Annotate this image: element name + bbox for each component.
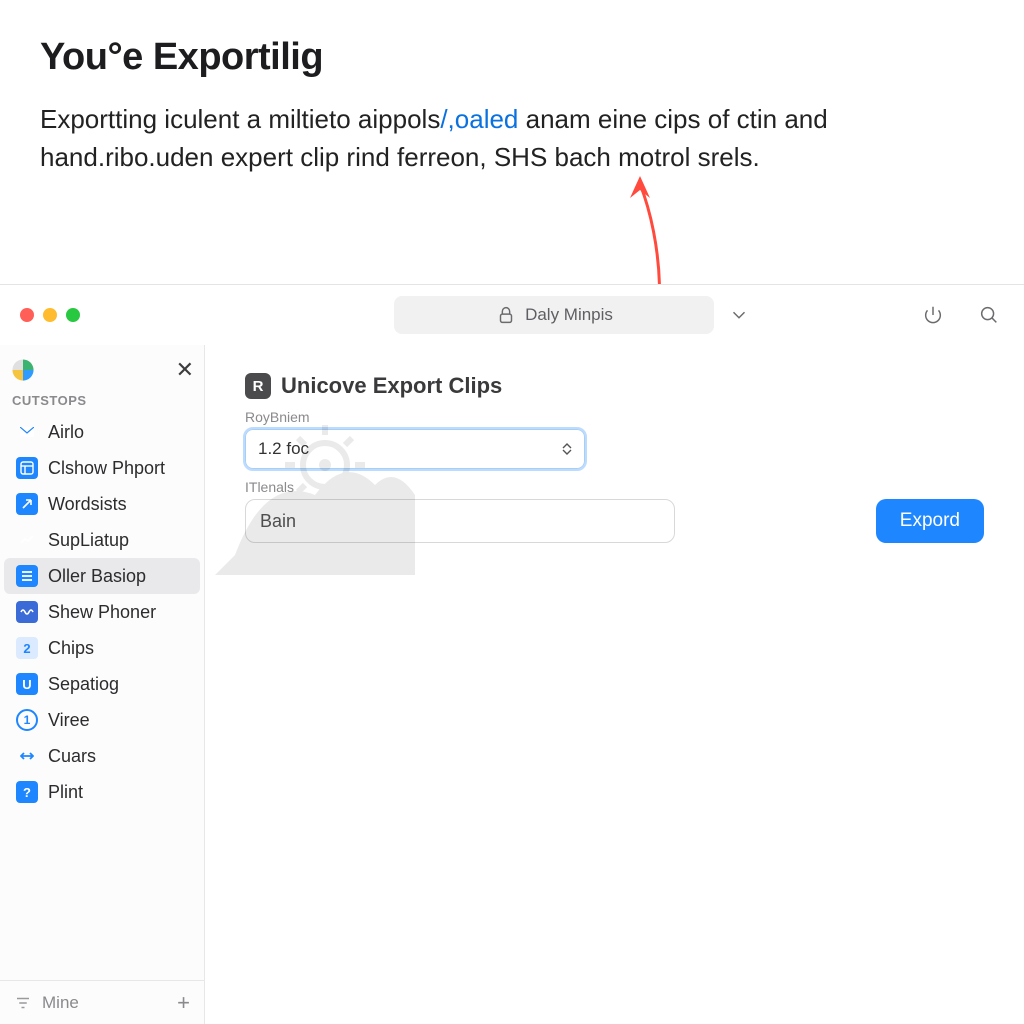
lines-icon — [16, 565, 38, 587]
sidebar-item[interactable]: ? Plint — [4, 774, 200, 810]
sidebar-item-label: Wordsists — [48, 494, 127, 515]
search-icon[interactable] — [978, 304, 1000, 326]
sidebar-item[interactable]: Shew Phoner — [4, 594, 200, 630]
window-close-icon[interactable] — [20, 308, 34, 322]
panel-badge: R — [245, 373, 271, 399]
desc-text-before: Exportting iculent a miltieto aippols — [40, 104, 440, 134]
field2-label: ITlenals — [245, 479, 984, 495]
sidebar-item-label: Plint — [48, 782, 83, 803]
sidebar-item[interactable]: SupLiatup — [4, 522, 200, 558]
u-icon: U — [16, 673, 38, 695]
sidebar-item[interactable]: Clshow Phport — [4, 450, 200, 486]
sidebar-footer-label[interactable]: Mine — [42, 993, 79, 1013]
chevron-down-icon[interactable] — [728, 304, 750, 326]
grid-icon — [16, 457, 38, 479]
name-input[interactable] — [245, 499, 675, 543]
page-title: You°e Exportilig — [40, 36, 984, 79]
circle1-icon: 1 — [16, 709, 38, 731]
main-panel: R Unicove Export Clips RoyBniem 1.2 foc … — [205, 345, 1024, 1024]
window-maximize-icon[interactable] — [66, 308, 80, 322]
sidebar-item-label: Shew Phoner — [48, 602, 156, 623]
sidebar-item-label: Clshow Phport — [48, 458, 165, 479]
sidebar-item[interactable]: Cuars — [4, 738, 200, 774]
sidebar-footer: Mine + — [0, 980, 204, 1024]
stepper-icon[interactable] — [562, 442, 572, 456]
panel-title: Unicove Export Clips — [281, 373, 502, 399]
desc-link[interactable]: /,oaled — [440, 104, 518, 134]
envelope-icon — [16, 421, 38, 443]
power-icon[interactable] — [922, 304, 944, 326]
export-button[interactable]: Expord — [876, 499, 984, 543]
address-text: Daly Minpis — [525, 305, 613, 325]
question-icon: ? — [16, 781, 38, 803]
sidebar-item[interactable]: 2 Chips — [4, 630, 200, 666]
sidebar: ✕ CUTSTOPS Airlo Clshow Phport Wordsists Su… — [0, 345, 205, 1024]
app-logo-icon — [10, 357, 36, 383]
page-description: Exportting iculent a miltieto aippols/,o… — [40, 101, 940, 176]
chart-icon — [16, 529, 38, 551]
lock-icon — [495, 304, 517, 326]
window-minimize-icon[interactable] — [43, 308, 57, 322]
filter-icon — [14, 994, 32, 1012]
field1-label: RoyBniem — [245, 409, 984, 425]
wave-icon — [16, 601, 38, 623]
traffic-lights — [14, 308, 80, 322]
sidebar-item[interactable]: Airlo — [4, 414, 200, 450]
version-select-value: 1.2 foc — [258, 439, 309, 459]
sidebar-item[interactable]: Wordsists — [4, 486, 200, 522]
app-window: Daly Minpis ✕ CUTSTOPS Airlo Clshow Phpor… — [0, 284, 1024, 1024]
sidebar-item-label: Chips — [48, 638, 94, 659]
close-icon[interactable]: ✕ — [176, 357, 194, 383]
arrow-icon — [16, 493, 38, 515]
sidebar-section-label: CUTSTOPS — [0, 391, 204, 414]
sidebar-item-label: SupLiatup — [48, 530, 129, 551]
sidebar-item-label: Sepatiog — [48, 674, 119, 695]
version-select[interactable]: 1.2 foc — [245, 429, 585, 469]
address-bar[interactable]: Daly Minpis — [394, 296, 714, 334]
add-button[interactable]: + — [177, 990, 190, 1016]
sidebar-item[interactable]: Oller Basiop — [4, 558, 200, 594]
sidebar-item[interactable]: U Sepatiog — [4, 666, 200, 702]
sidebar-item-label: Airlo — [48, 422, 84, 443]
sidebar-item-label: Cuars — [48, 746, 96, 767]
sidebar-item[interactable]: 1 Viree — [4, 702, 200, 738]
sidebar-item-label: Oller Basiop — [48, 566, 146, 587]
sidebar-item-label: Viree — [48, 710, 90, 731]
window-toolbar: Daly Minpis — [0, 285, 1024, 345]
num2-icon: 2 — [16, 637, 38, 659]
arrows-icon — [16, 745, 38, 767]
